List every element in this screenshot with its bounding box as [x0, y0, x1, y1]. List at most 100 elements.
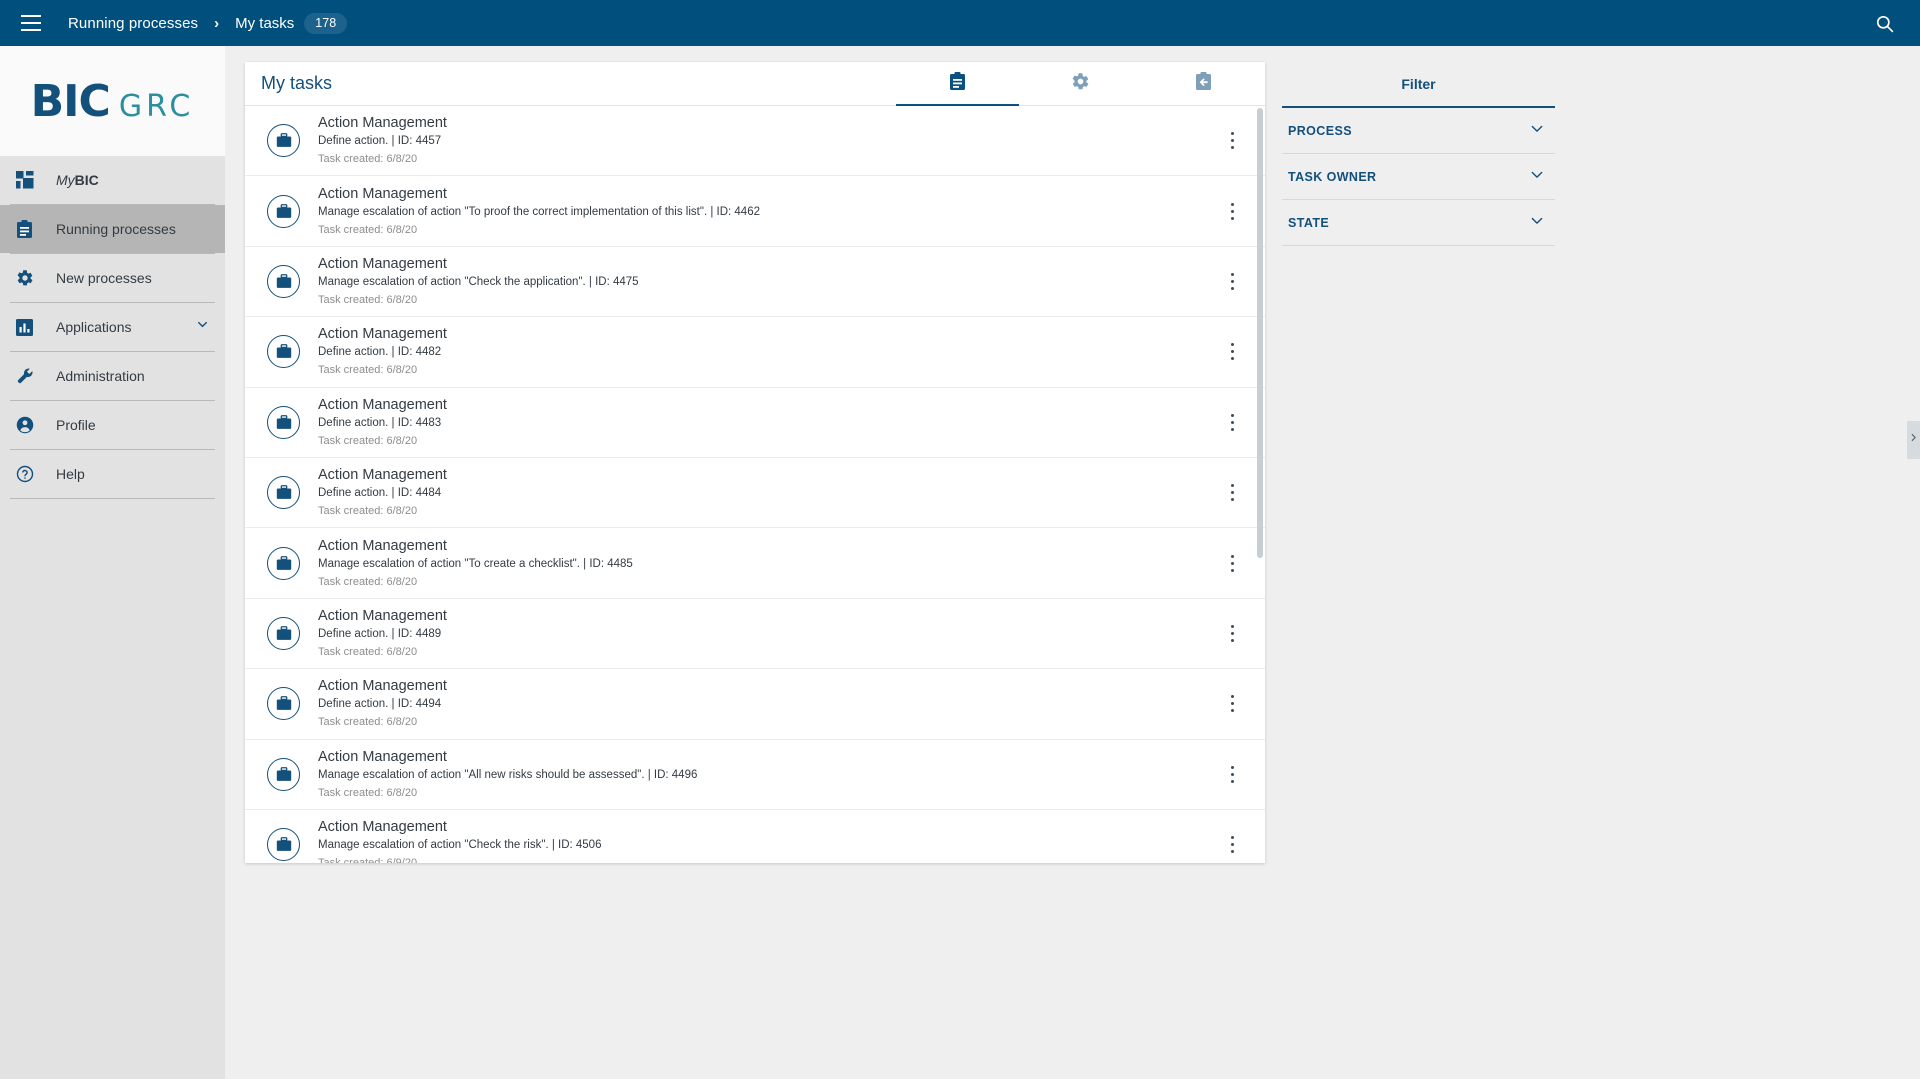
clipboard-list-icon — [949, 72, 966, 96]
task-subtitle: Define action. | ID: 4483 — [318, 416, 442, 429]
dot — [1230, 498, 1234, 502]
task-row[interactable]: Action Management Manage escalation of a… — [245, 528, 1265, 599]
sidebar-item-label: Help — [56, 466, 85, 482]
search-icon[interactable] — [1862, 0, 1906, 46]
dot — [1230, 216, 1234, 220]
task-row[interactable]: Action Management Manage escalation of a… — [245, 810, 1265, 863]
filter-section-state[interactable]: STATE — [1282, 200, 1555, 246]
task-subtitle: Manage escalation of action "Check the r… — [318, 839, 602, 852]
dot — [1230, 709, 1234, 713]
clipboard-icon — [16, 218, 44, 240]
dot — [1230, 427, 1234, 431]
task-overflow-menu-icon[interactable] — [1223, 341, 1241, 363]
chevron-down-icon[interactable] — [1529, 120, 1545, 141]
person-icon — [16, 414, 44, 436]
task-title: Action Management — [318, 678, 447, 695]
sidebar-item-applications[interactable]: Applications — [0, 303, 225, 351]
dot — [1230, 772, 1234, 776]
task-overflow-menu-icon[interactable] — [1223, 622, 1241, 644]
task-text-block: Action Management Manage escalation of a… — [318, 185, 760, 238]
tab-bar — [896, 62, 1265, 106]
filter-section-process[interactable]: PROCESS — [1282, 108, 1555, 154]
task-row[interactable]: Action Management Manage escalation of a… — [245, 740, 1265, 810]
task-row[interactable]: Action Management Define action. | ID: 4… — [245, 317, 1265, 388]
dot — [1230, 624, 1234, 628]
filter-section-task-owner[interactable]: TASK OWNER — [1282, 154, 1555, 200]
task-overflow-menu-icon[interactable] — [1223, 200, 1241, 222]
sidebar-item-new-processes[interactable]: New processes — [0, 254, 225, 302]
task-subtitle: Manage escalation of action "Check the a… — [318, 275, 639, 288]
task-title: Action Management — [318, 255, 447, 272]
dot — [1230, 272, 1234, 276]
sidebar-item-administration[interactable]: Administration — [0, 352, 225, 400]
dot — [1230, 146, 1234, 150]
task-title: Action Management — [318, 819, 447, 836]
task-row[interactable]: Action Management Define action. | ID: 4… — [245, 388, 1265, 458]
task-text-block: Action Management Manage escalation of a… — [318, 255, 639, 308]
card-header: My tasks — [245, 62, 1265, 106]
tab-completed-tasks[interactable] — [1142, 62, 1265, 106]
task-text-block: Action Management Manage escalation of a… — [318, 818, 601, 863]
briefcase-icon — [267, 405, 300, 439]
chevron-down-icon[interactable] — [1529, 166, 1545, 187]
task-created-date: Task created: 6/8/20 — [318, 293, 418, 306]
task-created-date: Task created: 6/8/20 — [318, 364, 418, 377]
briefcase-icon — [267, 757, 300, 791]
task-overflow-menu-icon[interactable] — [1223, 693, 1241, 715]
scrollbar-thumb[interactable] — [1257, 108, 1263, 558]
sidebar-my-bic-bic: BIC — [74, 172, 99, 188]
panel-collapse-handle[interactable] — [1907, 421, 1920, 459]
task-list-scrollbar[interactable] — [1257, 108, 1263, 863]
breadcrumb-running-processes[interactable]: Running processes — [68, 15, 198, 32]
task-text-block: Action Management Manage escalation of a… — [318, 748, 697, 801]
sidebar-item-running-processes[interactable]: Running processes — [0, 205, 225, 253]
task-text-block: Action Management Manage escalation of a… — [318, 537, 633, 590]
briefcase-icon — [267, 335, 300, 369]
task-subtitle: Manage escalation of action "To proof th… — [318, 205, 760, 218]
sidebar-item-label: Running processes — [56, 221, 176, 237]
top-bar: Running processes › My tasks 178 — [0, 0, 1920, 46]
hamburger-icon[interactable] — [8, 0, 54, 46]
briefcase-icon — [267, 687, 300, 721]
chevron-down-icon[interactable] — [1529, 212, 1545, 233]
task-row[interactable]: Action Management Manage escalation of a… — [245, 247, 1265, 318]
dot — [1230, 484, 1234, 488]
task-row[interactable]: Action Management Define action. | ID: 4… — [245, 106, 1265, 177]
chart-icon — [16, 316, 44, 338]
dot — [1230, 139, 1234, 143]
sidebar-item-profile[interactable]: Profile — [0, 401, 225, 449]
task-overflow-menu-icon[interactable] — [1223, 552, 1241, 574]
task-row[interactable]: Action Management Manage escalation of a… — [245, 176, 1265, 247]
task-subtitle: Define action. | ID: 4489 — [318, 627, 442, 640]
task-row[interactable]: Action Management Define action. | ID: 4… — [245, 599, 1265, 670]
task-overflow-menu-icon[interactable] — [1223, 834, 1241, 856]
task-list[interactable]: Action Management Define action. | ID: 4… — [245, 106, 1265, 863]
task-overflow-menu-icon[interactable] — [1223, 411, 1241, 433]
task-overflow-menu-icon[interactable] — [1223, 763, 1241, 785]
chevron-down-icon[interactable] — [196, 318, 209, 336]
task-created-date: Task created: 6/8/20 — [318, 223, 418, 236]
dot — [1230, 413, 1234, 417]
sidebar-item-my-bic[interactable]: MyBIC — [0, 156, 225, 204]
sidebar-item-help[interactable]: Help — [0, 450, 225, 498]
dot — [1230, 779, 1234, 783]
page-title: My tasks — [261, 73, 333, 93]
dot — [1230, 209, 1234, 213]
tab-processes[interactable] — [1019, 62, 1142, 106]
task-subtitle: Define action. | ID: 4482 — [318, 346, 442, 359]
task-overflow-menu-icon[interactable] — [1223, 130, 1241, 152]
task-overflow-menu-icon[interactable] — [1223, 482, 1241, 504]
tab-my-tasks[interactable] — [896, 62, 1019, 106]
sidebar-item-label: New processes — [56, 270, 152, 286]
breadcrumb-my-tasks[interactable]: My tasks — [235, 15, 294, 32]
task-title: Action Management — [318, 607, 447, 624]
sidebar-item-label: Profile — [56, 417, 96, 433]
task-overflow-menu-icon[interactable] — [1223, 270, 1241, 292]
task-row[interactable]: Action Management Define action. | ID: 4… — [245, 669, 1265, 740]
sidebar-item-label: MyBIC — [56, 172, 99, 188]
task-row[interactable]: Action Management Define action. | ID: 4… — [245, 458, 1265, 529]
task-subtitle: Define action. | ID: 4494 — [318, 698, 442, 711]
filter-section-label: STATE — [1288, 215, 1330, 230]
dot — [1230, 850, 1234, 854]
app-logo: BIC GRC — [0, 46, 225, 156]
